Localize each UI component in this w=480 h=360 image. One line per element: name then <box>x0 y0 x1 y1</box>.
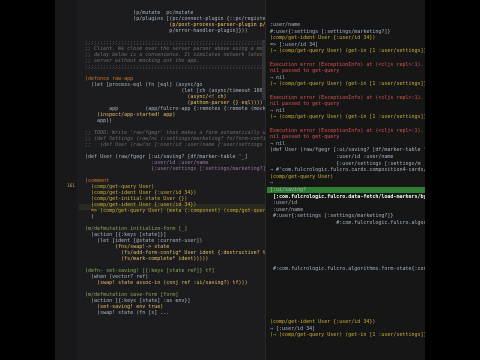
repl-line: (→ (comp/get-query User) (get-in [1 :use… <box>267 114 425 121</box>
repl-line: ⇒ #'com.fulcrologic.fulcro.cards.composi… <box>267 167 425 174</box>
code-line[interactable]: (fs/mark-complete* ident))))) <box>79 256 208 262</box>
repl-line: (→ (comp/get-query User) (get-in [1 :use… <box>267 81 425 88</box>
repl-line: ⇒ <box>267 180 274 187</box>
repl-line: → nil <box>267 107 286 114</box>
repl-line: → nil <box>267 140 286 147</box>
repl-line: (→ (comp/get-query User) (get-in [1 :use… <box>267 48 425 55</box>
repl-line: Execution error (ExceptionInfo) at (<clj… <box>267 94 424 101</box>
repl-line: :user/name <box>267 206 304 213</box>
repl-line: #:com.fulcrologic.fulcro.algorithms <box>267 220 425 226</box>
ide-screen: 161 (p/mutate pc/mutate (p/plugins [(pc/… <box>55 0 425 360</box>
code-line[interactable]: {:user/settings [:settings/marketing?]}]… <box>79 166 265 172</box>
repl-line: (comp/get-query User) <box>267 173 334 180</box>
line-number: 161 <box>66 184 75 189</box>
repl-line: => [:user/id 34] <box>267 41 319 48</box>
code-area[interactable]: (p/mutate pc/mutate (p/plugins [(pc/conn… <box>79 0 265 360</box>
repl-line: nil passed to get-query <box>267 101 340 108</box>
repl-line: :user/id <box>267 200 298 207</box>
code-line[interactable]: ) <box>79 214 94 220</box>
code-line[interactable]: (swap! state assoc-in (conj ref :ui/savi… <box>79 280 248 286</box>
code-line[interactable]: ;;;;;;;;;;;;;;;;;;;;;;;;;;;;;;;;;;;;;;;;… <box>79 64 265 70</box>
code-line[interactable]: p/error-handler-plugin]})) <box>79 28 247 34</box>
repl-line: ⇒ [:user/id 34] <box>267 325 316 332</box>
repl-line: → nil <box>267 74 286 81</box>
repl-line: (def User (raw/fgegr [:ui/saving? [df/ma… <box>267 147 425 154</box>
repl-line: #:com.fulcrologic.fulcro.algorithms.form… <box>267 266 425 273</box>
repl-line: nil passed to get-query <box>267 134 340 141</box>
repl-line: [:com.fulcrologic.fulcro.data-fetch/load… <box>273 193 425 200</box>
code-line[interactable]: app)) <box>79 118 112 124</box>
repl-line: #:user{:settings [:settings/marketing?]} <box>267 28 391 35</box>
repl-line: {:user/settings [:settings/m <box>267 160 421 167</box>
repl-panel[interactable]: :user/name #:user{:settings [:settings/m… <box>267 0 425 360</box>
line-gutter: 161 <box>55 0 77 360</box>
code-editor[interactable]: 161 (p/mutate pc/mutate (p/plugins [(pc/… <box>55 0 266 360</box>
repl-line: Execution error (ExceptionInfo) at (<clj… <box>267 127 424 134</box>
repl-line: (comp/get-ident User {:user/id 34}) <box>267 35 376 42</box>
code-line[interactable]: => (comp/get-query User) (meta (:compone… <box>79 208 265 214</box>
repl-line: [:ui/saving? <box>267 187 307 193</box>
code-line[interactable]: (swap! state (fn [s] ... <box>79 310 169 316</box>
repl-line: (→ (comp/get-query User) (get-in [1 :use… <box>267 332 425 339</box>
editor-scrollbar[interactable] <box>262 40 265 100</box>
repl-line: :user/name <box>267 22 301 28</box>
repl-line: nil passed to get-query <box>267 68 340 75</box>
repl-line: #:user{:settings [:settings/marketing?]} <box>267 213 394 220</box>
repl-line: (comp/get-ident User {:user/id 34}) <box>267 319 376 325</box>
repl-line: Execution error (ExceptionInfo) at (<clj… <box>267 61 424 68</box>
repl-line: :user/id :user/name <box>267 154 394 160</box>
code-line[interactable]: ;; (def User (raw/nc [:user/id :user/nam… <box>79 142 265 148</box>
